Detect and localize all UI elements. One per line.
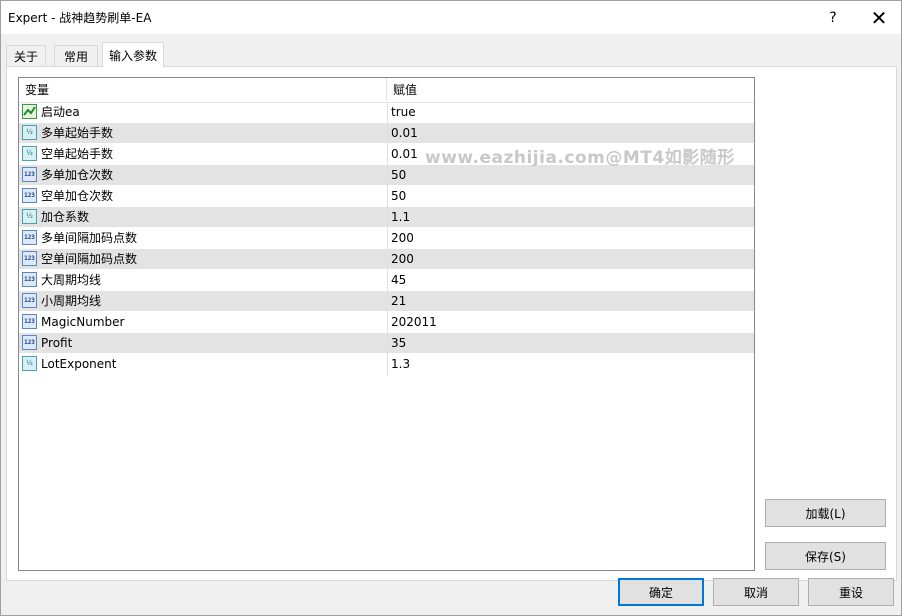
parameter-value[interactable]: 1.1 [391, 207, 410, 228]
parameter-value[interactable]: true [391, 102, 416, 123]
table-row[interactable]: ½ 多单起始手数 0.01 [19, 123, 754, 144]
parameter-value[interactable]: 200 [391, 249, 414, 270]
expert-properties-window: Expert - 战神趋势刷单-EA ? ✕ 关于 常用 输入参数 变量 赋值 … [0, 0, 902, 616]
save-button[interactable]: 保存(S) [765, 542, 886, 570]
parameter-name: 加仓系数 [41, 210, 90, 224]
parameter-name: 多单间隔加码点数 [41, 231, 138, 245]
parameter-name: 启动ea [41, 105, 80, 119]
grid-header: 变量 赋值 [19, 78, 754, 103]
parameter-name: LotExponent [41, 357, 117, 371]
parameter-value[interactable]: 50 [391, 165, 406, 186]
title-bar: Expert - 战神趋势刷单-EA ? ✕ [1, 1, 901, 34]
bool-icon [22, 104, 37, 119]
column-header-variable[interactable]: 变量 [19, 78, 387, 102]
column-divider [387, 312, 388, 333]
parameter-value[interactable]: 35 [391, 333, 406, 354]
parameter-name: 大周期均线 [41, 273, 102, 287]
column-divider [387, 270, 388, 291]
column-divider [387, 165, 388, 186]
integer-icon: 123 [22, 188, 37, 203]
column-divider [387, 186, 388, 207]
ok-button[interactable]: 确定 [618, 578, 704, 606]
question-mark-icon: ? [829, 9, 837, 26]
table-row[interactable]: 123 Profit 35 [19, 333, 754, 354]
parameter-value[interactable]: 202011 [391, 312, 437, 333]
reset-button[interactable]: 重设 [808, 578, 894, 606]
column-header-value[interactable]: 赋值 [387, 78, 754, 102]
fraction-icon: ½ [22, 356, 37, 371]
integer-icon: 123 [22, 251, 37, 266]
column-divider [387, 123, 388, 144]
tab-input-parameters-label: 输入参数 [108, 48, 157, 63]
table-row[interactable]: 123 空单间隔加码点数 200 [19, 249, 754, 270]
fraction-icon: ½ [22, 146, 37, 161]
tab-about[interactable]: 关于 [6, 45, 46, 66]
integer-icon: 123 [22, 272, 37, 287]
integer-icon: 123 [22, 293, 37, 308]
cancel-button[interactable]: 取消 [713, 578, 799, 606]
column-divider [387, 333, 388, 354]
parameter-value[interactable]: 1.3 [391, 354, 410, 375]
tab-input-parameters[interactable]: 输入参数 [102, 42, 164, 67]
parameter-name: 多单起始手数 [41, 126, 114, 140]
parameter-value[interactable]: 21 [391, 291, 406, 312]
parameter-name: 空单加仓次数 [41, 189, 114, 203]
tab-strip: 关于 常用 输入参数 [6, 42, 898, 67]
window-title: Expert - 战神趋势刷单-EA [8, 11, 152, 25]
table-row[interactable]: 123 大周期均线 45 [19, 270, 754, 291]
parameter-name: 多单加仓次数 [41, 168, 114, 182]
help-button[interactable]: ? [810, 1, 856, 34]
column-divider [387, 207, 388, 228]
integer-icon: 123 [22, 167, 37, 182]
parameter-value[interactable]: 0.01 [391, 144, 418, 165]
close-icon: ✕ [870, 5, 888, 30]
load-button[interactable]: 加载(L) [765, 499, 886, 527]
grid-rows: 启动ea true ½ 多单起始手数 0.01 ½ 空单起始手数 0.01 123 多单加仓次数 5… [19, 102, 754, 375]
parameter-name: MagicNumber [41, 315, 125, 329]
parameter-value[interactable]: 0.01 [391, 123, 418, 144]
fraction-icon: ½ [22, 209, 37, 224]
table-row[interactable]: ½ 加仓系数 1.1 [19, 207, 754, 228]
parameter-name: 小周期均线 [41, 294, 102, 308]
integer-icon: 123 [22, 335, 37, 350]
parameter-value[interactable]: 200 [391, 228, 414, 249]
fraction-icon: ½ [22, 125, 37, 140]
table-row[interactable]: 123 多单间隔加码点数 200 [19, 228, 754, 249]
tab-common[interactable]: 常用 [54, 45, 98, 66]
column-divider [387, 249, 388, 270]
column-divider [387, 144, 388, 165]
table-row[interactable]: 启动ea true [19, 102, 754, 123]
parameter-value[interactable]: 50 [391, 186, 406, 207]
parameter-value[interactable]: 45 [391, 270, 406, 291]
parameter-name: Profit [41, 336, 73, 350]
column-divider [387, 102, 388, 123]
table-row[interactable]: ½ 空单起始手数 0.01 [19, 144, 754, 165]
table-row[interactable]: ½ LotExponent 1.3 [19, 354, 754, 375]
table-row[interactable]: 123 空单加仓次数 50 [19, 186, 754, 207]
table-row[interactable]: 123 小周期均线 21 [19, 291, 754, 312]
column-divider [387, 228, 388, 249]
column-divider [387, 291, 388, 312]
close-button[interactable]: ✕ [856, 1, 902, 34]
table-row[interactable]: 123 MagicNumber 202011 [19, 312, 754, 333]
tab-common-label: 常用 [63, 49, 88, 64]
integer-icon: 123 [22, 230, 37, 245]
tab-about-label: 关于 [13, 49, 38, 64]
integer-icon: 123 [22, 314, 37, 329]
parameter-name: 空单间隔加码点数 [41, 252, 138, 266]
table-row[interactable]: 123 多单加仓次数 50 [19, 165, 754, 186]
parameters-grid: 变量 赋值 启动ea true ½ 多单起始手数 0.01 ½ 空单起始手数 0.01 123 多… [18, 77, 755, 571]
column-divider [387, 354, 388, 375]
parameter-name: 空单起始手数 [41, 147, 114, 161]
